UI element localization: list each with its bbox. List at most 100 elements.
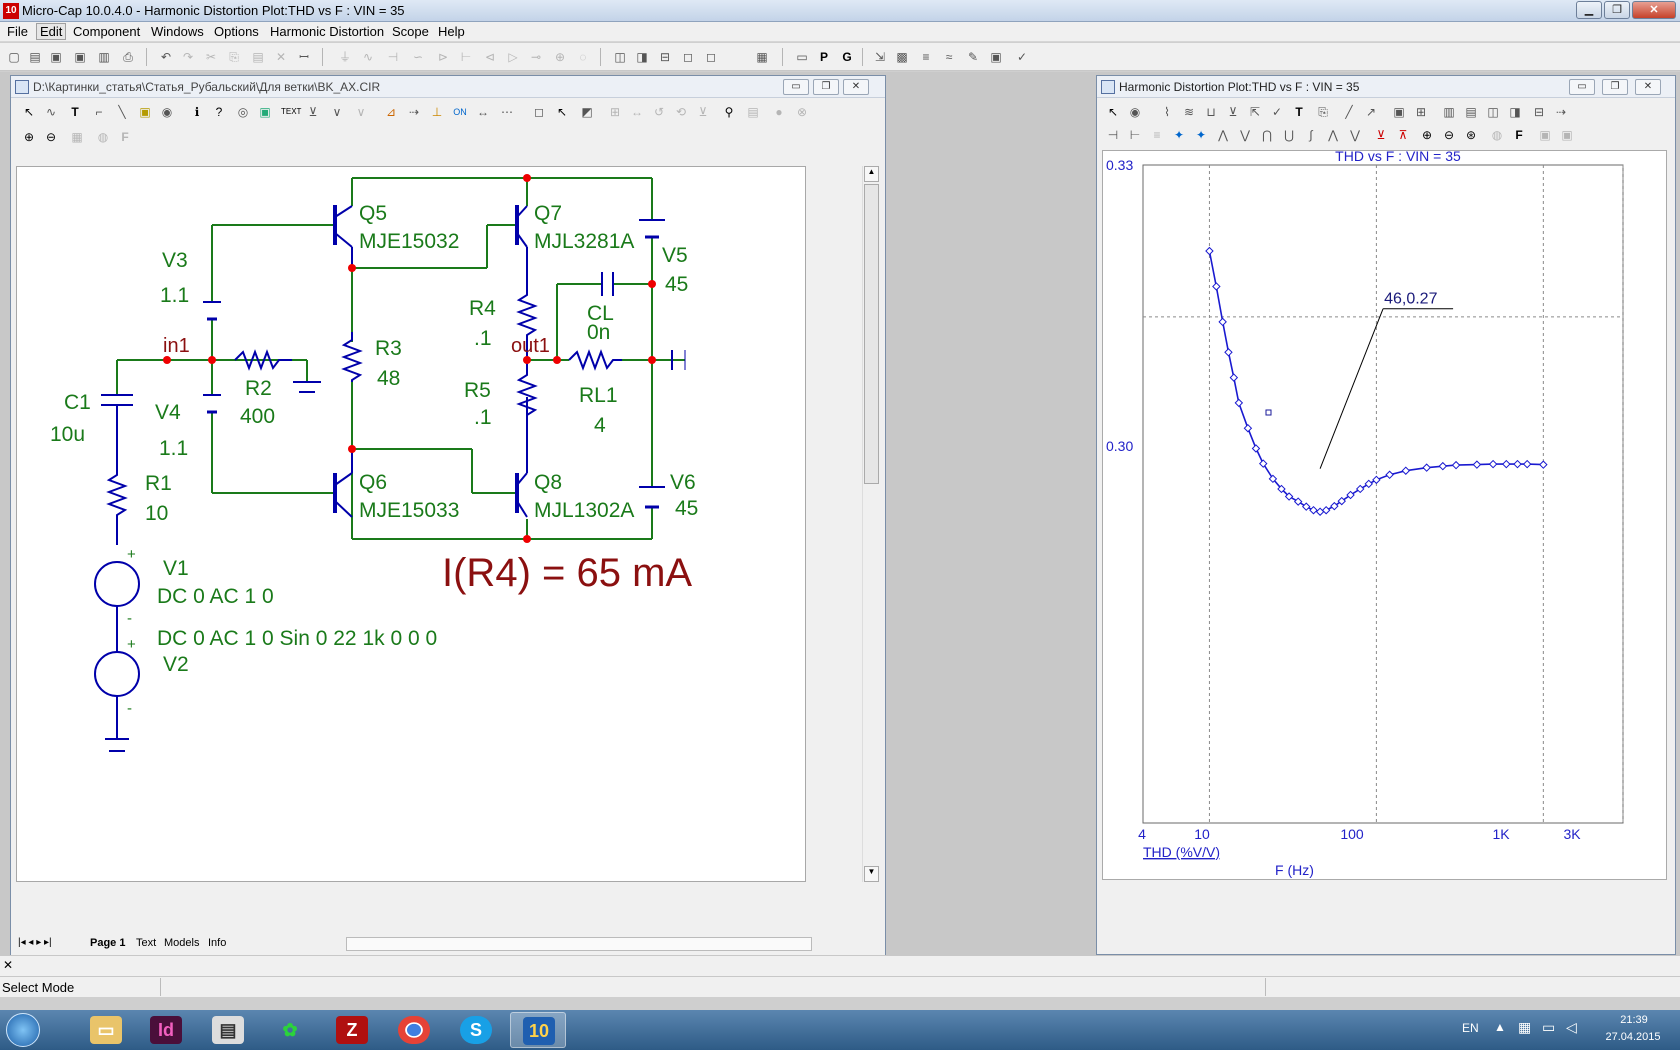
waveform-icon[interactable]: ≈ bbox=[941, 49, 957, 65]
wire-icon[interactable]: ∿ bbox=[43, 104, 59, 120]
taskbar-chrome[interactable] bbox=[386, 1012, 442, 1048]
menu-harmonic-distortion[interactable]: Harmonic Distortion bbox=[270, 24, 384, 39]
plot-copy-icon[interactable]: ⎘ bbox=[1315, 104, 1331, 120]
plot-zoom-in-icon[interactable]: ⊕ bbox=[1419, 127, 1435, 143]
plot-layer2-icon[interactable]: ▣ bbox=[1559, 127, 1575, 143]
point-to-end-icon[interactable]: ◎ bbox=[235, 104, 251, 120]
help-icon[interactable]: ? bbox=[211, 104, 227, 120]
text-display-icon[interactable]: TEXT bbox=[281, 104, 301, 120]
minimize-button[interactable]: ▁ bbox=[1576, 1, 1602, 19]
tab-models[interactable]: Models bbox=[164, 937, 199, 949]
plot-font-icon[interactable]: F bbox=[1511, 127, 1527, 143]
plot-grid-icon[interactable]: ⊞ bbox=[1413, 104, 1429, 120]
pulse-icon[interactable]: ⊕ bbox=[552, 49, 568, 65]
zoom-out-icon[interactable]: ⊖ bbox=[43, 129, 59, 145]
tab-page-1[interactable]: Page 1 bbox=[90, 937, 125, 949]
fit-icon[interactable]: ▦ bbox=[69, 129, 85, 145]
volume-icon[interactable]: ◁ bbox=[1566, 1019, 1577, 1036]
paste-icon[interactable]: ▤ bbox=[250, 49, 266, 65]
plot-zoom-fit-icon[interactable]: ⊛ bbox=[1463, 127, 1479, 143]
plot-axes-icon[interactable]: ⊔ bbox=[1203, 104, 1219, 120]
plot-zoom-out-icon[interactable]: ⊖ bbox=[1441, 127, 1457, 143]
cut-icon[interactable]: ✂ bbox=[203, 49, 219, 65]
save-as-icon[interactable]: ▣ bbox=[72, 49, 88, 65]
plot-tokens-icon[interactable]: ◫ bbox=[1485, 104, 1501, 120]
inflection-icon[interactable]: ∫ bbox=[1303, 127, 1319, 143]
on-off-icon[interactable]: ON bbox=[452, 104, 468, 120]
close-file-icon[interactable]: ▥ bbox=[96, 49, 112, 65]
next-point-icon[interactable]: ✦ bbox=[1171, 127, 1187, 143]
low-icon[interactable]: ⋃ bbox=[1281, 127, 1297, 143]
print-icon[interactable]: ⎙ bbox=[120, 49, 136, 65]
plot-frame-icon[interactable]: ▣ bbox=[1391, 104, 1407, 120]
find-icon[interactable]: ꟷ bbox=[296, 49, 312, 65]
plot-table-icon[interactable]: ◨ bbox=[1507, 104, 1523, 120]
new-icon[interactable]: ▢ bbox=[6, 49, 22, 65]
plot-text-icon[interactable]: T bbox=[1291, 104, 1307, 120]
source-icon[interactable]: ⊸ bbox=[528, 49, 544, 65]
probe-icon[interactable]: ✎ bbox=[965, 49, 981, 65]
menu-scope[interactable]: Scope bbox=[392, 24, 429, 39]
save-icon[interactable]: ▣ bbox=[48, 49, 64, 65]
plot-graph-icon[interactable]: ≋ bbox=[1181, 104, 1197, 120]
redo-icon[interactable]: ↷ bbox=[180, 49, 196, 65]
display-icon[interactable]: ▤ bbox=[745, 104, 761, 120]
zoom-in-icon[interactable]: ⊕ bbox=[21, 129, 37, 145]
valley-icon[interactable]: ⋁ bbox=[1237, 127, 1253, 143]
taskbar-explorer[interactable]: ▭ bbox=[78, 1012, 134, 1048]
scroll-up-icon[interactable]: ▲ bbox=[864, 166, 879, 182]
plot-restore-button[interactable]: ❐ bbox=[1602, 79, 1628, 95]
scroll-thumb[interactable] bbox=[864, 184, 879, 484]
maximize-button[interactable]: ❐ bbox=[1604, 1, 1630, 19]
plot-tag-icon[interactable]: ⇱ bbox=[1247, 104, 1263, 120]
mirror-icon[interactable]: ⟲ bbox=[673, 104, 689, 120]
numeric-output-icon[interactable]: ≡ bbox=[918, 49, 934, 65]
horizontal-scrollbar[interactable] bbox=[346, 937, 812, 951]
window-split-icon[interactable]: ◻ bbox=[703, 49, 719, 65]
menu-options[interactable]: Options bbox=[214, 24, 259, 39]
prev-point-icon[interactable]: ✦ bbox=[1193, 127, 1209, 143]
schematic-canvas[interactable]: Q5 MJE15032 Q7 MJL3281A Q6 MJE15033 Q8 M… bbox=[16, 166, 806, 882]
plot-area[interactable]: THD vs F : VIN = 35 0.33 0.30 4 10 100 1… bbox=[1102, 148, 1667, 880]
global-settings-icon[interactable]: G bbox=[839, 49, 855, 65]
align-icon[interactable]: ⊻ bbox=[695, 104, 711, 120]
scope-icon[interactable]: ▣ bbox=[988, 49, 1004, 65]
status-close-icon[interactable]: ✕ bbox=[3, 958, 13, 972]
ground-icon[interactable]: ⏚ bbox=[337, 49, 353, 65]
bus-icon[interactable]: ↔ bbox=[475, 104, 491, 120]
info-icon[interactable]: ℹ bbox=[189, 104, 205, 120]
battery-icon[interactable]: ⊢ bbox=[458, 49, 474, 65]
open-icon[interactable]: ▤ bbox=[27, 49, 43, 65]
plot-cursor-icon[interactable]: ⇢ bbox=[1553, 104, 1569, 120]
taskbar-calculator[interactable]: ▤ bbox=[200, 1012, 256, 1048]
currents-icon[interactable]: ∨ bbox=[353, 104, 369, 120]
plot-minimize-button[interactable]: ▭ bbox=[1569, 79, 1595, 95]
power-icon[interactable]: ⊿ bbox=[383, 104, 399, 120]
close-button[interactable]: ✕ bbox=[1632, 1, 1676, 19]
font-icon[interactable]: F bbox=[117, 129, 133, 145]
calculator-icon[interactable]: ▦ bbox=[754, 49, 770, 65]
global-high-icon[interactable]: ⋀ bbox=[1325, 127, 1341, 143]
tray-expand-icon[interactable]: ▲ bbox=[1494, 1020, 1506, 1034]
cancel-icon[interactable]: ⊗ bbox=[794, 104, 810, 120]
grid-snap-icon[interactable]: ⊞ bbox=[607, 104, 623, 120]
tab-info[interactable]: Info bbox=[208, 937, 226, 949]
text-mode-icon[interactable]: T bbox=[67, 104, 83, 120]
plot-properties-icon[interactable]: ▩ bbox=[894, 49, 910, 65]
inductor-icon[interactable]: ∽ bbox=[410, 49, 426, 65]
plot-select-icon[interactable]: ↖ bbox=[1105, 104, 1121, 120]
plot-color-icon[interactable]: ◍ bbox=[1489, 127, 1505, 143]
select-mode-icon[interactable]: ↖ bbox=[21, 104, 37, 120]
schematic-minimize-button[interactable]: ▭ bbox=[783, 79, 809, 95]
variables-icon[interactable]: ✓ bbox=[1014, 49, 1030, 65]
delete-icon[interactable]: ✕ bbox=[273, 49, 289, 65]
pin-connections-icon[interactable]: ⊥ bbox=[429, 104, 445, 120]
attribute-text-icon[interactable]: ⊻ bbox=[305, 104, 321, 120]
component-panel-icon[interactable]: ▭ bbox=[794, 49, 810, 65]
rotate-icon[interactable]: ↺ bbox=[651, 104, 667, 120]
flag-icon[interactable]: ▣ bbox=[137, 104, 153, 120]
taskbar-filezilla[interactable]: Z bbox=[324, 1012, 380, 1048]
display-tray-icon[interactable]: ▭ bbox=[1542, 1019, 1555, 1036]
tab-text[interactable]: Text bbox=[136, 937, 156, 949]
stop-icon[interactable]: ● bbox=[771, 104, 787, 120]
